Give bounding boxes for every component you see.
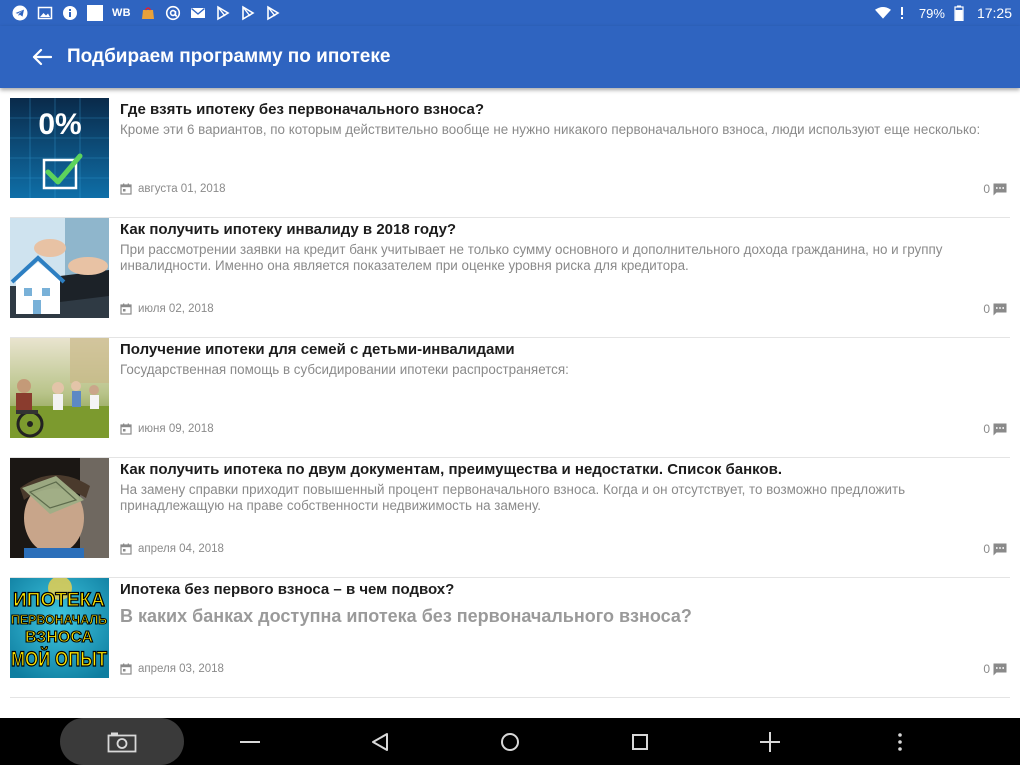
square-recents-icon — [632, 733, 648, 750]
comments-count[interactable]: 0 — [983, 182, 1007, 196]
battery-percent: 79% — [918, 5, 945, 21]
battery-icon — [951, 5, 967, 21]
list-item[interactable]: ИПОТЕКА ПЕРВОНАЧАЛЬ ВЗНОСА МОЙ ОПЫТ Ипот… — [10, 578, 1010, 698]
at-icon — [165, 5, 181, 21]
date-text: августа 01, 2018 — [138, 183, 226, 195]
calendar-icon — [120, 423, 132, 435]
screenshot-button[interactable] — [60, 718, 184, 765]
info-icon — [62, 5, 78, 21]
play-store-icon — [215, 5, 231, 21]
camera-icon — [107, 732, 137, 752]
article-thumbnail — [10, 338, 109, 438]
article-title[interactable]: Где взять ипотеку без первоначального вз… — [120, 101, 1000, 119]
article-date: июня 09, 2018 — [120, 423, 214, 435]
comments-number: 0 — [983, 422, 990, 436]
comments-number: 0 — [983, 542, 990, 556]
article-description: На замену справки приходит повышенный пр… — [120, 482, 906, 513]
calendar-icon — [120, 663, 132, 675]
page-title: Подбираем программу по ипотеке — [67, 46, 391, 67]
calendar-icon — [120, 303, 132, 315]
back-button[interactable] — [27, 42, 57, 72]
list-item[interactable]: Как получить ипотеку инвалиду в 2018 год… — [10, 218, 1010, 338]
circle-home-icon — [501, 732, 519, 751]
thumb-text: МОЙ ОПЫТ — [11, 647, 107, 671]
article-description: Государственная помощь в субсидировании … — [120, 362, 569, 377]
gallery-icon — [37, 5, 53, 21]
list-item[interactable]: Как получить ипотека по двум документам,… — [10, 458, 1010, 578]
shop-icon — [140, 5, 156, 21]
status-bar: WB 79% 17:25 — [0, 0, 1020, 26]
article-thumbnail: 0% — [10, 98, 109, 198]
screen: WB 79% 17:25 Подбираем программу по ипот… — [0, 0, 1020, 765]
notification-icons: WB — [0, 5, 281, 21]
arrow-left-icon — [32, 48, 52, 66]
date-text: апреля 03, 2018 — [138, 663, 224, 675]
more-vertical-icon — [898, 732, 902, 751]
date-text: апреля 04, 2018 — [138, 543, 224, 555]
thumb-text: ВЗНОСА — [25, 629, 94, 646]
telegram-icon — [12, 5, 28, 21]
comment-icon — [993, 303, 1007, 316]
volume-down-button[interactable] — [230, 718, 270, 765]
triangle-back-icon — [372, 732, 388, 751]
system-navigation-bar — [0, 718, 1020, 765]
volume-up-button[interactable] — [750, 718, 790, 765]
comment-icon — [993, 183, 1007, 196]
comment-icon — [993, 423, 1007, 436]
signal-icon — [897, 5, 913, 21]
article-title[interactable]: Получение ипотеки для семей с детьми-инв… — [120, 341, 1000, 359]
date-text: июля 02, 2018 — [138, 303, 214, 315]
calendar-icon — [120, 183, 132, 195]
article-date: апреля 04, 2018 — [120, 543, 224, 555]
home-button[interactable] — [490, 718, 530, 765]
comments-number: 0 — [983, 662, 990, 676]
back-nav-button[interactable] — [360, 718, 400, 765]
comments-count[interactable]: 0 — [983, 542, 1007, 556]
white-square-icon — [87, 5, 103, 21]
article-title[interactable]: Как получить ипотека по двум документам,… — [120, 461, 1000, 479]
play-store-icon — [265, 5, 281, 21]
comments-count[interactable]: 0 — [983, 662, 1007, 676]
app-bar: Подбираем программу по ипотеке — [0, 26, 1020, 88]
comment-icon — [993, 543, 1007, 556]
article-date: августа 01, 2018 — [120, 183, 226, 195]
article-description: При рассмотрении заявки на кредит банк у… — [120, 242, 943, 273]
wb-app-icon: WB — [112, 7, 131, 19]
list-item[interactable]: Получение ипотеки для семей с детьми-инв… — [10, 338, 1010, 458]
thumb-text: 0% — [38, 108, 81, 141]
comments-count[interactable]: 0 — [983, 302, 1007, 316]
article-date: июля 02, 2018 — [120, 303, 214, 315]
more-options-button[interactable] — [880, 718, 920, 765]
article-title[interactable]: Ипотека без первого взноса – в чем подво… — [120, 581, 1000, 599]
comments-count[interactable]: 0 — [983, 422, 1007, 436]
thumb-text: ПЕРВОНАЧАЛЬ — [11, 612, 107, 627]
wifi-icon — [874, 5, 891, 21]
minus-icon — [240, 740, 260, 743]
article-date: апреля 03, 2018 — [120, 663, 224, 675]
comment-icon — [993, 663, 1007, 676]
calendar-icon — [120, 543, 132, 555]
clock: 17:25 — [976, 5, 1012, 21]
article-list: 0% Где взять ипотеку без первоначального… — [10, 98, 1010, 698]
article-description: Кроме эти 6 вариантов, по которым действ… — [120, 122, 981, 137]
system-status: 79% 17:25 — [874, 0, 1012, 26]
article-thumbnail — [10, 458, 109, 558]
thumb-text: ИПОТЕКА — [13, 590, 105, 611]
list-item[interactable]: 0% Где взять ипотеку без первоначального… — [10, 98, 1010, 218]
play-store-icon — [240, 5, 256, 21]
article-description: В каких банках доступна ипотека без перв… — [120, 606, 692, 626]
comments-number: 0 — [983, 302, 990, 316]
article-thumbnail: ИПОТЕКА ПЕРВОНАЧАЛЬ ВЗНОСА МОЙ ОПЫТ — [10, 578, 109, 678]
plus-icon — [760, 731, 780, 752]
comments-number: 0 — [983, 182, 990, 196]
date-text: июня 09, 2018 — [138, 423, 214, 435]
article-title[interactable]: Как получить ипотеку инвалиду в 2018 год… — [120, 221, 1000, 239]
article-thumbnail — [10, 218, 109, 318]
recents-button[interactable] — [620, 718, 660, 765]
mail-icon — [190, 5, 206, 21]
